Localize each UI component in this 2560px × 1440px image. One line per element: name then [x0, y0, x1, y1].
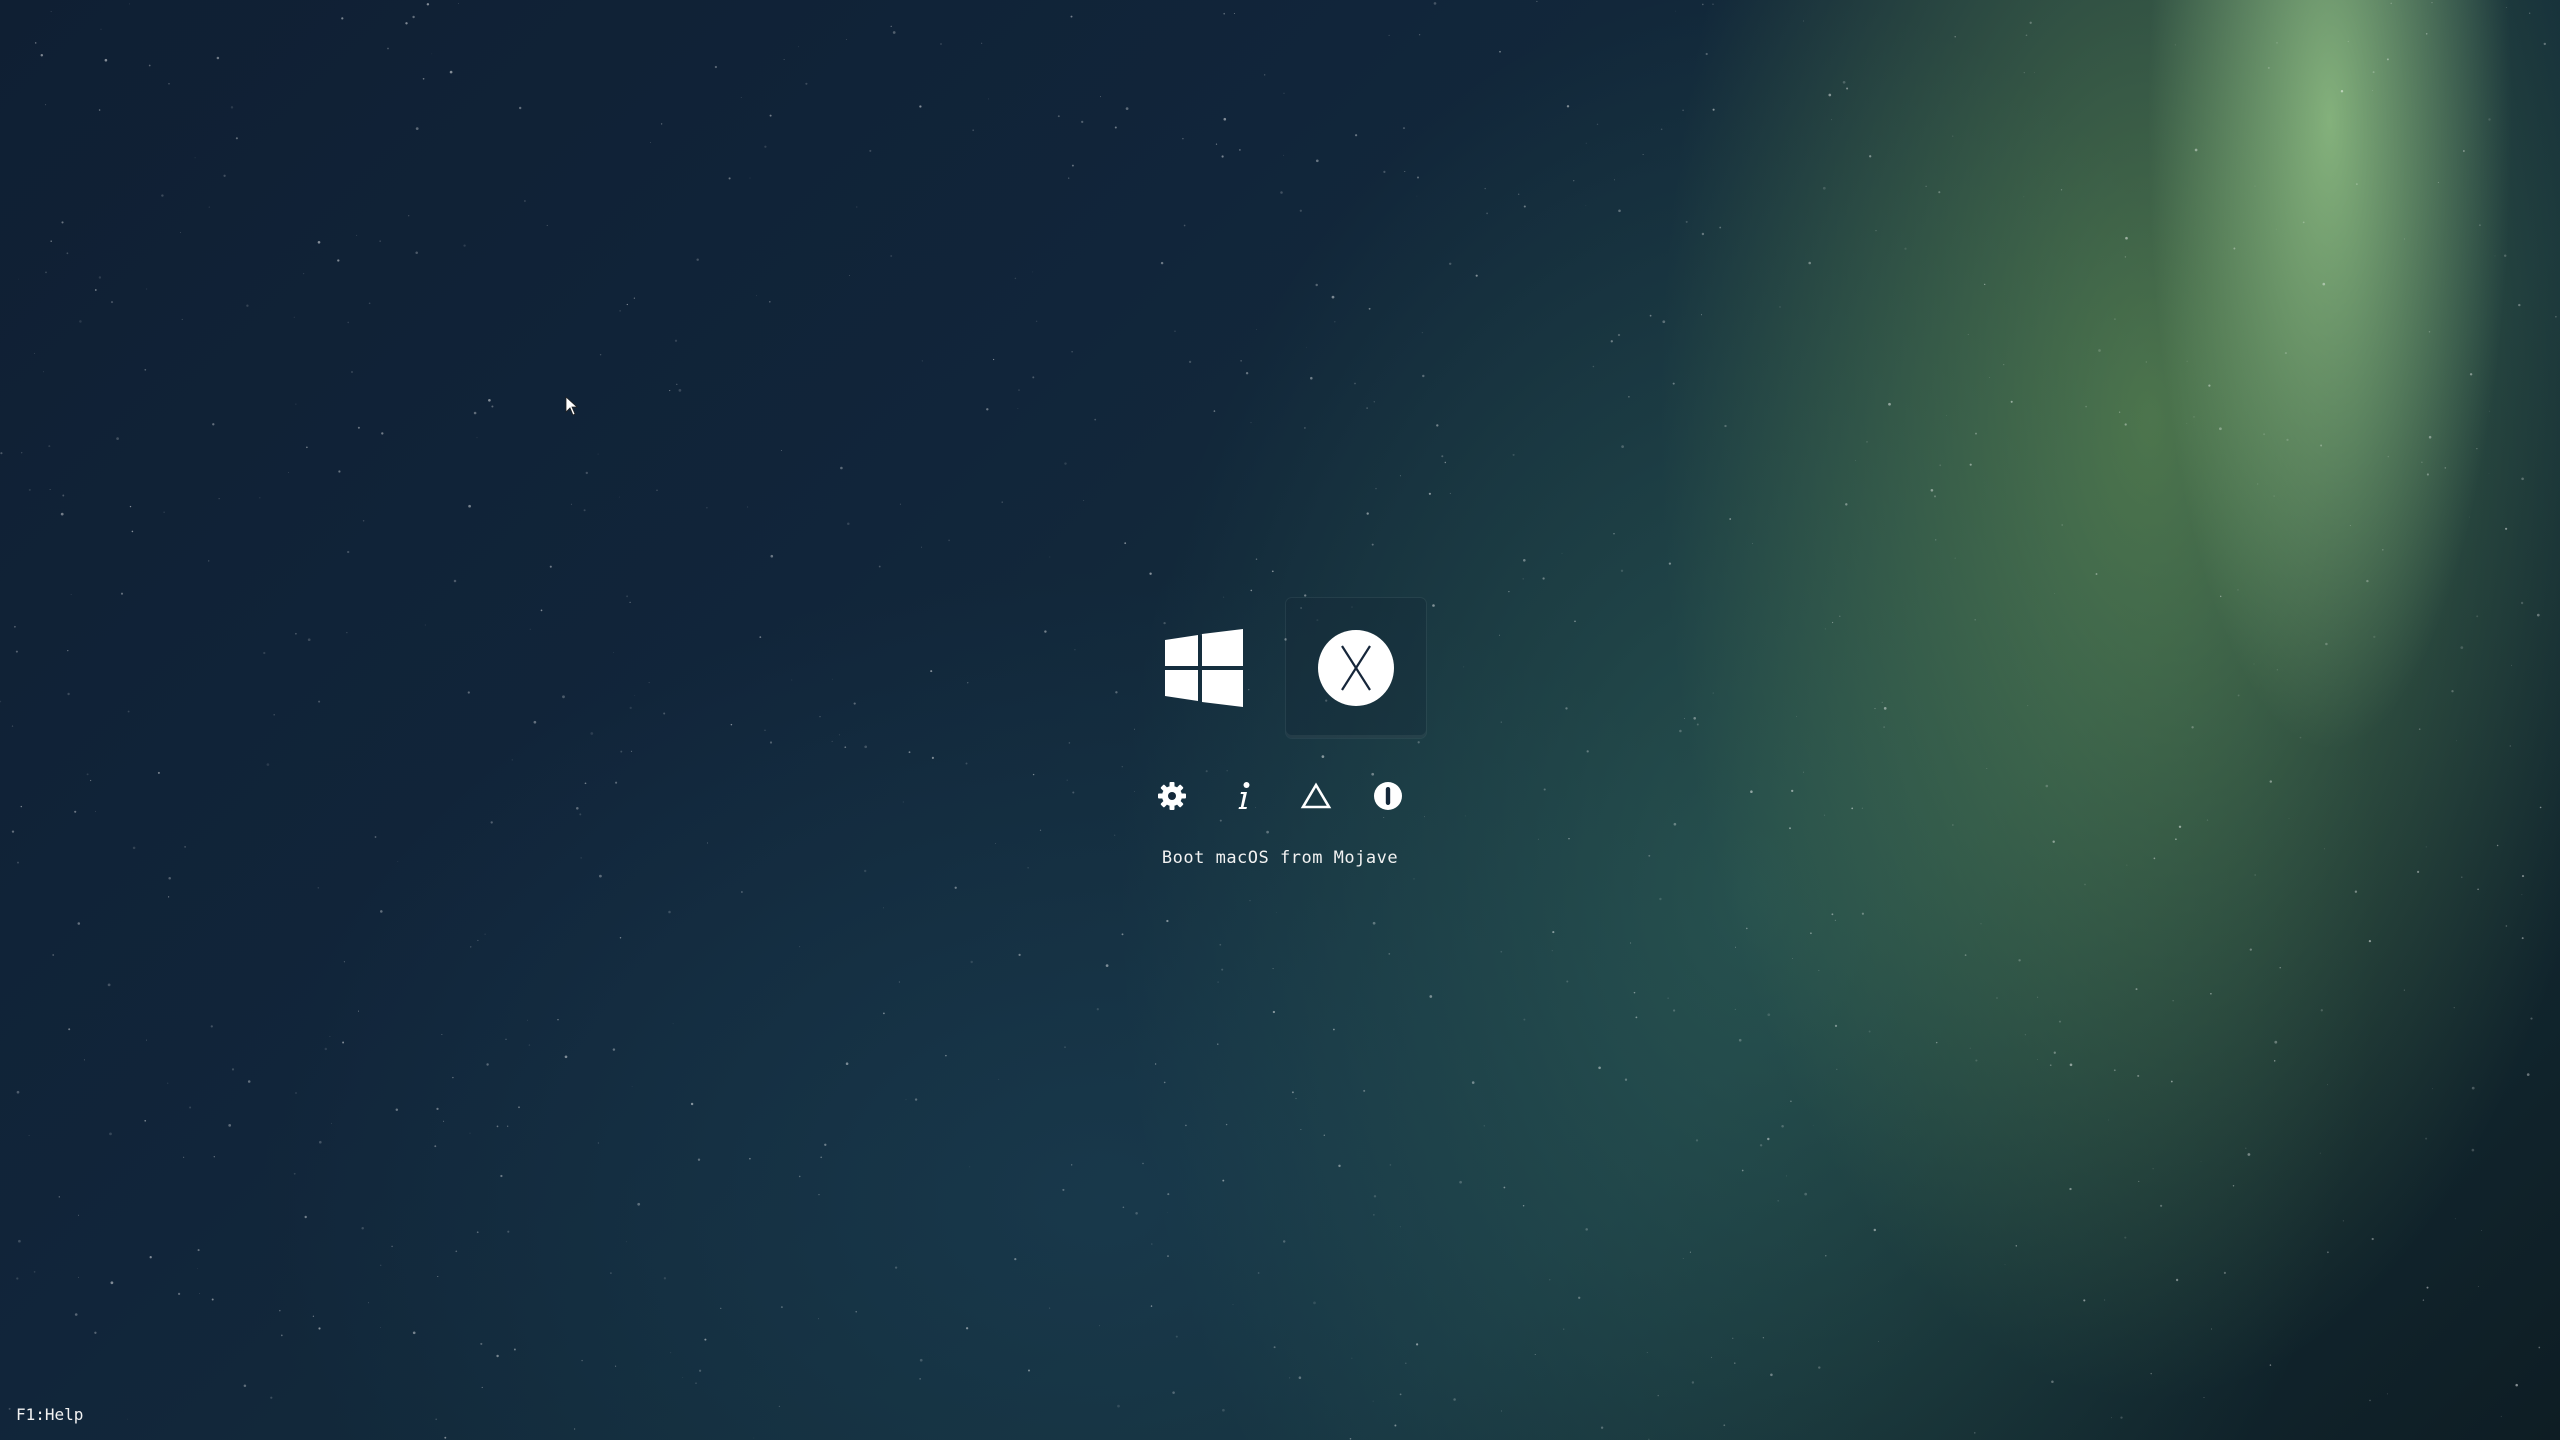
warning-triangle-icon [1300, 782, 1332, 809]
shutdown-button[interactable] [1368, 776, 1408, 816]
boot-loader-screen: Boot macOS from Mojave F1:Help [0, 0, 2560, 1440]
selected-entry-label: Boot macOS from Mojave [1161, 848, 1399, 868]
recovery-button[interactable] [1296, 776, 1336, 816]
macos-x-logo-icon [1318, 630, 1394, 706]
shutdown-icon [1374, 782, 1402, 810]
info-icon [1238, 782, 1250, 809]
settings-button[interactable] [1152, 776, 1192, 816]
windows-logo-icon [1165, 629, 1243, 707]
help-hint: F1:Help [16, 1405, 84, 1424]
boot-entry-macos[interactable] [1286, 598, 1426, 738]
gear-icon [1158, 782, 1186, 810]
info-button[interactable] [1224, 776, 1264, 816]
mouse-cursor-icon [565, 396, 579, 416]
boot-entry-windows[interactable] [1134, 598, 1274, 738]
